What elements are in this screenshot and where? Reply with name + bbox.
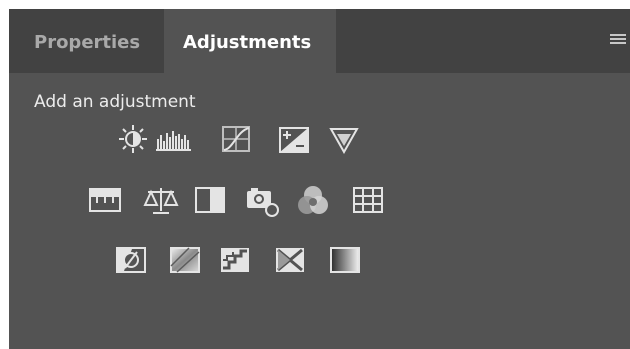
add-adjustment-label: Add an adjustment [34,92,196,112]
panel-tab-bar: Properties Adjustments [9,9,630,73]
adjustments-panel: Properties Adjustments Add an adjustment [9,9,630,349]
tab-properties[interactable]: Properties [9,9,164,73]
invert-icon[interactable] [115,246,147,274]
curves-icon[interactable] [221,125,253,153]
color-lookup-icon[interactable] [352,186,384,214]
threshold-icon[interactable] [219,246,251,274]
tab-adjustments[interactable]: Adjustments [164,9,336,73]
selective-color-icon[interactable] [274,246,306,274]
vibrance-icon[interactable] [328,126,360,154]
black-white-icon[interactable] [194,186,226,214]
photo-filter-icon[interactable] [245,186,281,218]
levels-icon[interactable] [156,125,192,153]
exposure-icon[interactable] [278,126,310,154]
brightness-contrast-icon[interactable] [117,123,149,155]
gradient-map-icon[interactable] [329,246,361,274]
posterize-icon[interactable] [169,246,201,274]
color-balance-icon[interactable] [143,185,179,217]
panel-menu-icon[interactable] [610,34,626,46]
channel-mixer-icon[interactable] [296,184,330,218]
hue-saturation-icon[interactable] [88,186,122,214]
